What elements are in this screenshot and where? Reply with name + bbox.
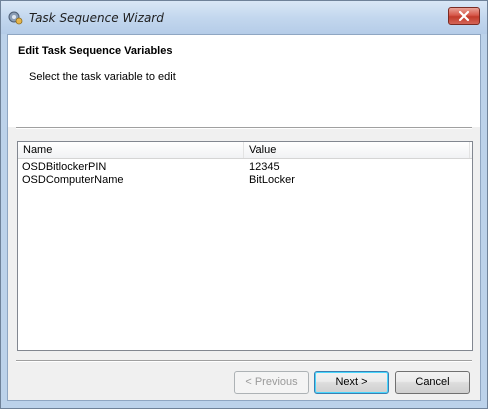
variable-value: BitLocker bbox=[249, 174, 295, 186]
list-item[interactable]: OSDBitlockerPIN 12345 bbox=[18, 161, 472, 174]
variables-list[interactable]: Name Value OSDBitlockerPIN 12345 OSDComp… bbox=[17, 141, 473, 351]
list-item[interactable]: OSDComputerName BitLocker bbox=[18, 174, 472, 187]
previous-button[interactable]: < Previous bbox=[234, 371, 309, 394]
wizard-body: Edit Task Sequence Variables Select the … bbox=[7, 34, 481, 401]
variable-value: 12345 bbox=[249, 161, 280, 173]
title-bar: Task Sequence Wizard bbox=[1, 1, 487, 34]
list-header: Name Value bbox=[18, 142, 472, 159]
next-button[interactable]: Next > bbox=[314, 371, 389, 394]
close-button[interactable] bbox=[448, 7, 480, 25]
variable-name: OSDComputerName bbox=[22, 174, 124, 186]
variable-name: OSDBitlockerPIN bbox=[22, 161, 107, 173]
column-header-value[interactable]: Value bbox=[244, 142, 470, 158]
page-subtitle: Select the task variable to edit bbox=[29, 71, 176, 83]
cancel-button[interactable]: Cancel bbox=[395, 371, 470, 394]
page-title: Edit Task Sequence Variables bbox=[18, 45, 173, 57]
close-icon bbox=[458, 10, 470, 22]
window-title: Task Sequence Wizard bbox=[29, 11, 164, 25]
wizard-window: Task Sequence Wizard Edit Task Sequence … bbox=[0, 0, 488, 409]
header-divider bbox=[16, 127, 472, 129]
task-sequence-icon bbox=[8, 11, 23, 25]
wizard-header: Edit Task Sequence Variables Select the … bbox=[8, 35, 480, 127]
footer-divider bbox=[16, 360, 472, 362]
column-header-name[interactable]: Name bbox=[18, 142, 244, 158]
